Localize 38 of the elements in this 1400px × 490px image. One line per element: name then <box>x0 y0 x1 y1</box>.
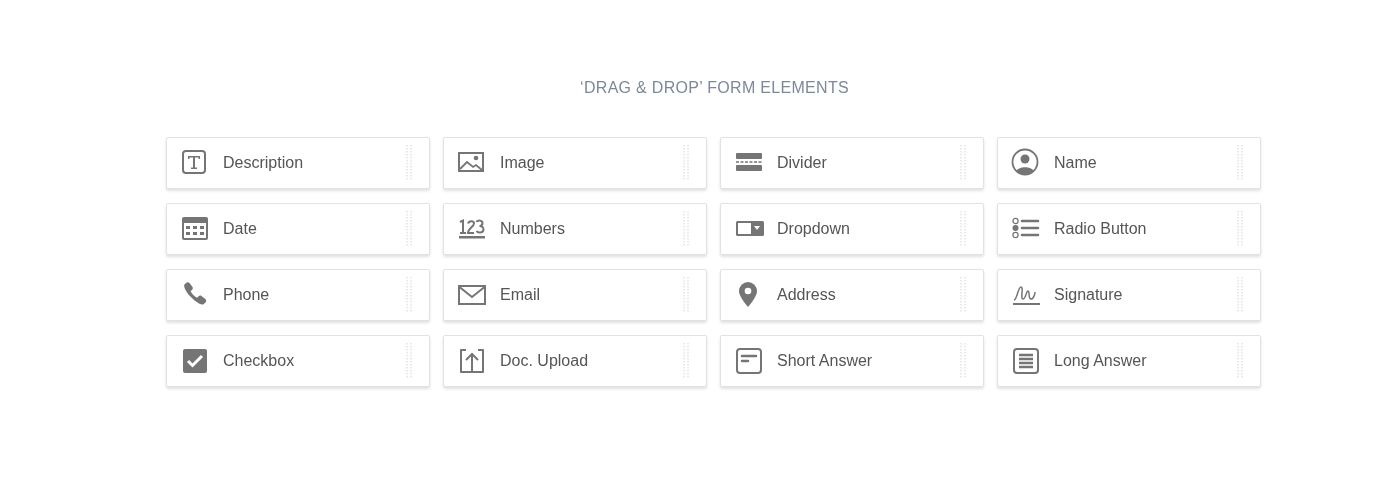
element-label: Image <box>500 153 546 173</box>
upload-icon <box>457 346 487 376</box>
element-label: Phone <box>223 285 271 305</box>
element-label: Signature <box>1054 285 1124 305</box>
long-answer-icon <box>1011 346 1041 376</box>
element-label: Doc. Upload <box>500 351 590 371</box>
section-title: ‘DRAG & DROP’ FORM ELEMENTS <box>580 78 849 98</box>
short-answer-icon <box>734 346 764 376</box>
person-icon <box>1011 148 1041 178</box>
element-label: Date <box>223 219 258 239</box>
form-element-card[interactable]: Email <box>443 269 707 321</box>
checkbox-icon <box>180 346 210 376</box>
element-label: Description <box>223 153 305 173</box>
form-element-card[interactable]: Radio Button <box>997 203 1261 255</box>
form-element-card[interactable]: Image <box>443 137 707 189</box>
element-label: Dropdown <box>777 219 851 239</box>
form-element-card[interactable]: Divider <box>720 137 984 189</box>
element-label: Radio Button <box>1054 219 1148 239</box>
element-label: Short Answer <box>777 351 874 371</box>
element-label: Address <box>777 285 837 305</box>
form-element-card[interactable]: Signature <box>997 269 1261 321</box>
form-element-card[interactable]: Long Answer <box>997 335 1261 387</box>
form-element-card[interactable]: Dropdown <box>720 203 984 255</box>
form-element-card[interactable]: Numbers <box>443 203 707 255</box>
form-element-card[interactable]: Description <box>166 137 430 189</box>
element-label: Checkbox <box>223 351 296 371</box>
element-label: Email <box>500 285 541 305</box>
element-label: Long Answer <box>1054 351 1148 371</box>
element-label: Numbers <box>500 219 566 239</box>
form-element-card[interactable]: Date <box>166 203 430 255</box>
form-element-card[interactable]: Phone <box>166 269 430 321</box>
form-element-card[interactable]: Doc. Upload <box>443 335 707 387</box>
form-element-card[interactable]: Address <box>720 269 984 321</box>
form-element-card[interactable]: Checkbox <box>166 335 430 387</box>
element-label: Divider <box>777 153 828 173</box>
element-label: Name <box>1054 153 1098 173</box>
form-element-card[interactable]: Name <box>997 137 1261 189</box>
form-element-card[interactable]: Short Answer <box>720 335 984 387</box>
